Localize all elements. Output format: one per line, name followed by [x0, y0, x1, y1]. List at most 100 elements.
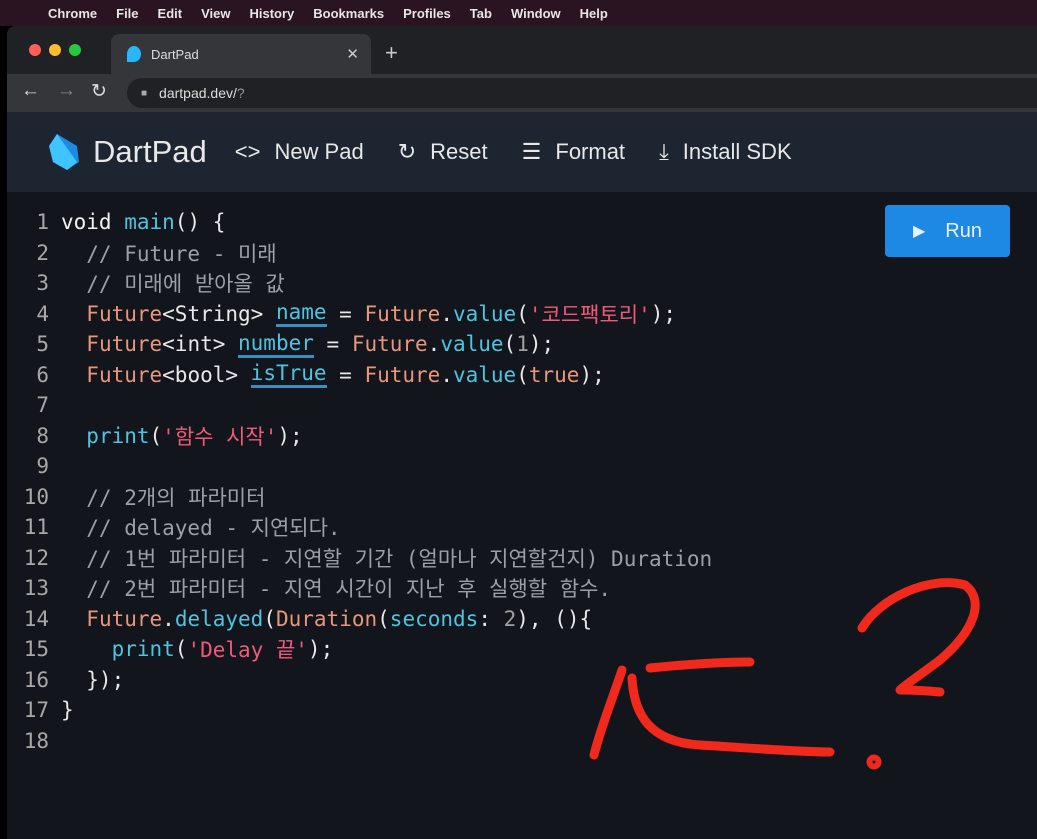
code-token: '함수 시작': [162, 424, 278, 449]
code-token: .: [440, 301, 453, 326]
code-token: <bool>: [162, 362, 251, 387]
code-line: 13 // 2번 파라미터 - 지연 시간이 지난 후 실행할 함수.: [7, 573, 611, 603]
code-token: // delayed - 지연되다.: [61, 516, 341, 540]
code-token: Duration: [275, 606, 378, 631]
dartpad-header: DartPad <> New Pad ↻ Reset ☰ Format ⤓ Instal…: [7, 112, 1037, 192]
tab-dartpad[interactable]: DartPad ✕: [111, 34, 371, 74]
menu-bookmarks[interactable]: Bookmarks: [313, 6, 384, 21]
menu-chrome[interactable]: Chrome: [48, 6, 97, 21]
code-token: :: [478, 606, 504, 631]
url-input[interactable]: ■ dartpad.dev/?: [127, 78, 1037, 108]
code-token: 'Delay 끝': [187, 638, 308, 662]
minimize-window-button[interactable]: [49, 44, 61, 56]
code-token: value: [440, 332, 504, 356]
code-token: =: [326, 362, 365, 387]
code-token: .: [427, 332, 441, 356]
menu-profiles[interactable]: Profiles: [403, 6, 451, 21]
code-token: (: [503, 332, 517, 356]
code-token: Future: [86, 301, 163, 326]
install-sdk-button[interactable]: ⤓ Install SDK: [659, 139, 792, 165]
menu-window[interactable]: Window: [511, 6, 561, 21]
code-line: 2 // Future - 미래: [7, 238, 277, 268]
line-number: 9: [36, 454, 49, 478]
back-icon[interactable]: ←: [21, 80, 40, 102]
close-window-button[interactable]: [29, 44, 41, 56]
line-number: 8: [36, 423, 49, 448]
tab-bar: DartPad ✕ +: [7, 26, 1037, 74]
code-token: (: [516, 301, 529, 326]
code-token: .: [440, 362, 453, 387]
brand-title: DartPad: [93, 134, 207, 169]
code-line: 16 });: [7, 665, 125, 695]
code-token: () {: [174, 210, 226, 234]
code-line: 6 Future <bool> isTrue = Future. value(tru…: [7, 360, 605, 390]
code-token: 1: [516, 332, 529, 356]
code-line: 10 // 2개의 파라미터: [7, 482, 266, 512]
code-token: Future: [86, 606, 163, 631]
menu-tab[interactable]: Tab: [470, 6, 492, 21]
format-button[interactable]: ☰ Format: [522, 139, 625, 165]
code-line: 4 Future <String> name = Future. value('코드…: [7, 299, 676, 329]
line-number: 5: [36, 332, 49, 356]
new-tab-icon[interactable]: +: [385, 40, 398, 66]
url-query: ?: [236, 85, 245, 101]
code-token: );: [277, 423, 303, 448]
menu-history[interactable]: History: [249, 6, 294, 21]
reset-label: Reset: [430, 139, 488, 164]
line-number: 1: [36, 210, 49, 234]
reset-button[interactable]: ↻ Reset: [398, 139, 488, 165]
maximize-window-button[interactable]: [69, 44, 81, 56]
code-token: (: [516, 362, 529, 387]
forward-icon[interactable]: →: [57, 80, 76, 102]
line-number: 7: [36, 393, 49, 417]
line-number: 13: [23, 576, 49, 600]
code-token: =: [326, 301, 365, 326]
code-token: // 2번 파라미터 - 지연 시간이 지난 후 실행할 함수.: [61, 577, 612, 601]
code-token: (: [149, 423, 163, 448]
code-token: print: [86, 423, 150, 448]
line-number: 14: [23, 606, 49, 631]
format-label: Format: [555, 139, 626, 164]
browser-window: DartPad ✕ + ← → ↻ ■ dartpad.dev/? DartPa…: [7, 26, 1037, 839]
code-line: 1 void main() {: [7, 207, 225, 237]
menu-file[interactable]: File: [116, 6, 138, 21]
code-token: void: [61, 210, 125, 234]
close-tab-icon[interactable]: ✕: [346, 45, 359, 63]
install-sdk-label: Install SDK: [682, 139, 792, 164]
code-line: 18: [7, 726, 61, 756]
address-bar-row: ← → ↻ ■ dartpad.dev/?: [7, 74, 1037, 112]
code-line: 3 // 미래에 받아올 값: [7, 268, 284, 298]
code-token: <String>: [162, 301, 276, 326]
lock-icon: ■: [141, 87, 148, 99]
line-number: 18: [23, 728, 49, 753]
code-editor[interactable]: 1 void main() {2 // Future - 미래 3 // 미래에 받…: [7, 192, 1037, 839]
code-line: 11 // delayed - 지연되다.: [7, 512, 341, 542]
line-number: 11: [23, 515, 49, 539]
code-token: // Future - 미래: [61, 241, 277, 266]
line-number: 17: [23, 698, 49, 722]
run-button[interactable]: ▶ Run: [885, 205, 1010, 257]
code-token: Future: [351, 332, 428, 356]
reload-icon[interactable]: ↻: [91, 80, 107, 103]
download-icon: ⤓: [659, 139, 669, 164]
dart-logo-icon: [49, 134, 79, 170]
menu-view[interactable]: View: [201, 6, 230, 21]
run-label: Run: [945, 219, 982, 242]
menu-help[interactable]: Help: [580, 6, 608, 21]
code-token: <int>: [162, 332, 239, 356]
line-number: 15: [23, 637, 49, 661]
code-line: 17}: [7, 695, 74, 725]
code-token: '코드팩토리': [528, 302, 651, 327]
code-token: 2: [503, 606, 517, 631]
code-line: 15 print('Delay 끝');: [7, 634, 334, 664]
new-pad-button[interactable]: <> New Pad: [235, 139, 364, 165]
menu-edit[interactable]: Edit: [158, 6, 183, 21]
code-token: true: [528, 362, 580, 387]
code-line: 14 Future. delayed(Duration(seconds: 2), …: [7, 604, 592, 634]
code-token: Future: [86, 332, 163, 356]
